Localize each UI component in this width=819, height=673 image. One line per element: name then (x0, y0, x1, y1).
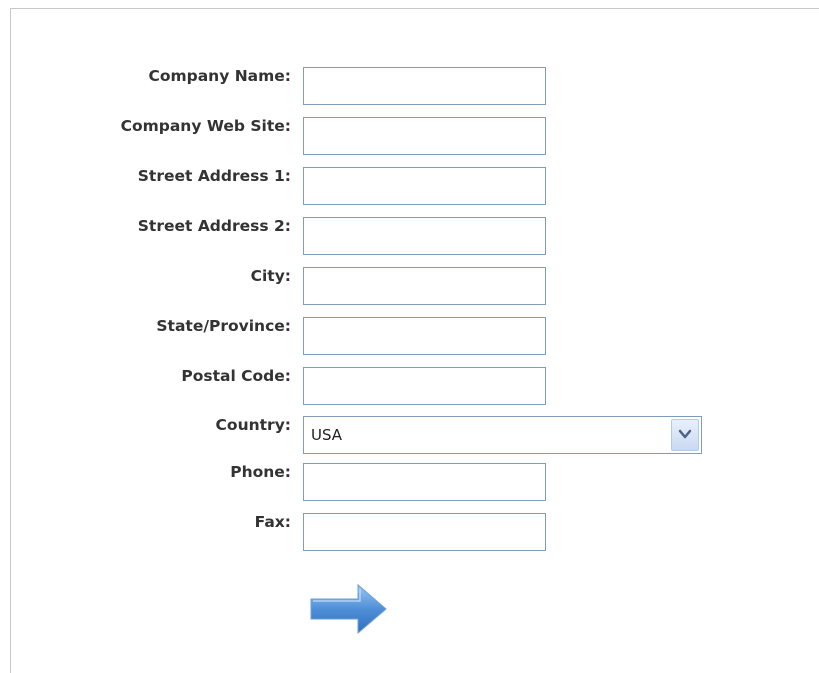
street-address-1-label: Street Address 1: (137, 167, 291, 185)
company-web-site-input[interactable] (303, 117, 546, 155)
country-label: Country: (215, 416, 291, 434)
street-address-1-input[interactable] (303, 167, 546, 205)
fax-input[interactable] (303, 513, 546, 551)
form-row-state-province: State/Province: (0, 317, 819, 355)
city-input[interactable] (303, 267, 546, 305)
form-row-country: Country: USA (0, 416, 819, 454)
state-province-label: State/Province: (156, 317, 291, 335)
company-name-input[interactable] (303, 67, 546, 105)
company-name-label: Company Name: (148, 67, 291, 85)
form-row-company-name: Company Name: (0, 67, 819, 105)
form-row-street-address-2: Street Address 2: (0, 217, 819, 255)
street-address-2-label: Street Address 2: (137, 217, 291, 235)
phone-label: Phone: (230, 463, 291, 481)
form-row-postal-code: Postal Code: (0, 367, 819, 405)
chevron-down-icon (678, 429, 692, 439)
fax-label: Fax: (254, 513, 291, 531)
form-row-street-address-1: Street Address 1: (0, 167, 819, 205)
form-row-phone: Phone: (0, 463, 819, 501)
country-select[interactable]: USA (303, 416, 702, 454)
phone-input[interactable] (303, 463, 546, 501)
form-row-city: City: (0, 267, 819, 305)
country-selected-value: USA (311, 426, 343, 444)
arrow-right-icon (310, 583, 387, 635)
company-web-site-label: Company Web Site: (120, 117, 291, 135)
country-dropdown-button[interactable] (671, 419, 699, 451)
city-label: City: (250, 267, 291, 285)
postal-code-label: Postal Code: (181, 367, 291, 385)
street-address-2-input[interactable] (303, 217, 546, 255)
form-row-company-web-site: Company Web Site: (0, 117, 819, 155)
postal-code-input[interactable] (303, 367, 546, 405)
form-row-fax: Fax: (0, 513, 819, 551)
state-province-input[interactable] (303, 317, 546, 355)
submit-button[interactable] (308, 580, 390, 638)
